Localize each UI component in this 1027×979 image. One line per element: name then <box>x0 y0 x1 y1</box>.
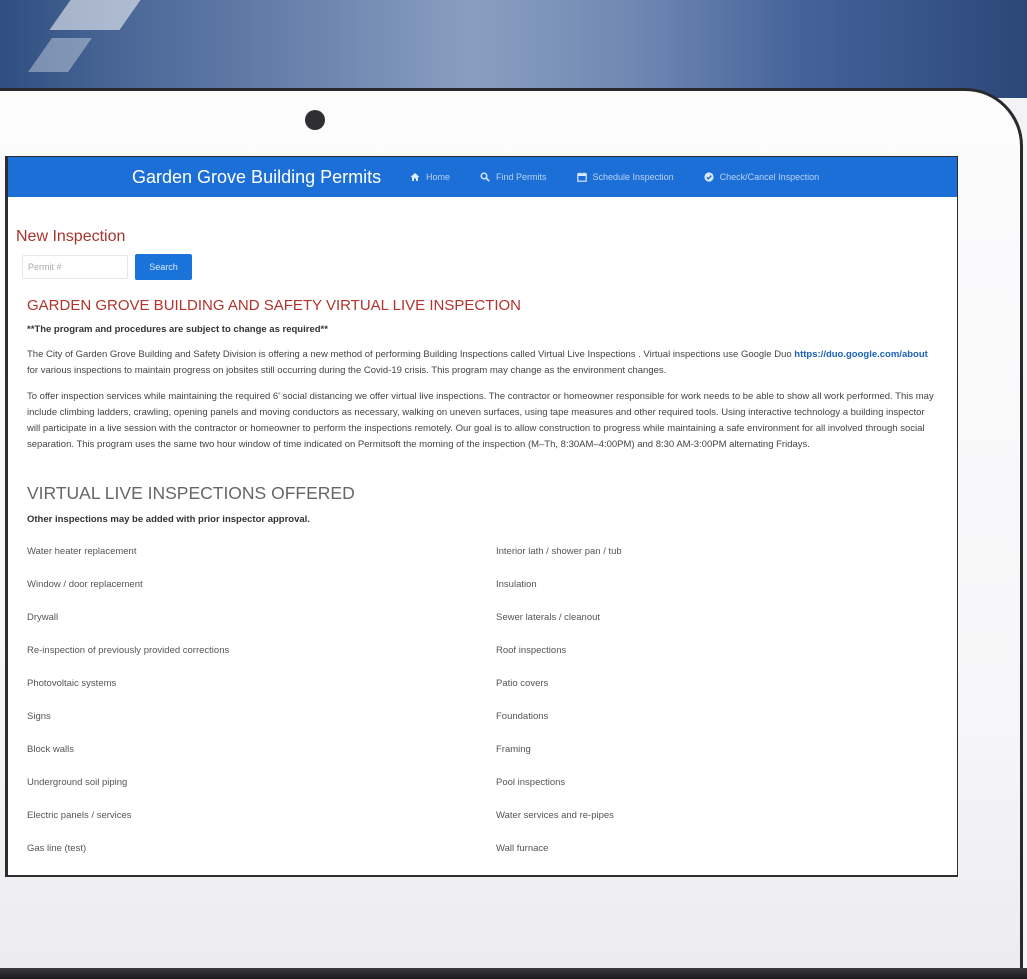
nav-links: Home Find Permits Schedule Inspection Ch… <box>410 157 819 197</box>
list-item: Signs <box>27 711 51 722</box>
list-item: Window / door replacement <box>27 579 143 590</box>
home-icon <box>410 172 420 182</box>
intro-text-continued: for various inspections to maintain prog… <box>27 365 667 376</box>
nav-item-schedule-inspection[interactable]: Schedule Inspection <box>576 172 674 182</box>
offered-heading: VIRTUAL LIVE INSPECTIONS OFFERED <box>27 483 355 503</box>
laptop-bottom-edge <box>0 968 1027 979</box>
list-item: Drywall <box>27 612 59 623</box>
inspections-list: Water heater replacement Window / door r… <box>27 544 947 874</box>
list-item: Electric panels / services <box>27 810 132 821</box>
webcam-dot <box>305 110 325 130</box>
site-brand[interactable]: Garden Grove Building Permits <box>132 157 381 197</box>
list-item: Framing <box>496 744 531 755</box>
program-intro-paragraph: The City of Garden Grove Building and Sa… <box>27 347 939 379</box>
program-details-paragraph: To offer inspection services while maint… <box>27 391 934 450</box>
nav-item-check-cancel-inspection[interactable]: Check/Cancel Inspection <box>703 172 820 182</box>
list-item: Photovoltaic systems <box>27 678 117 689</box>
list-item: Water heater replacement <box>27 546 137 557</box>
program-disclaimer: **The program and procedures are subject… <box>27 324 328 335</box>
list-item: Re-inspection of previously provided cor… <box>27 645 230 656</box>
list-item: Foundations <box>496 711 549 722</box>
permit-search-input[interactable] <box>22 255 128 279</box>
nav-item-home[interactable]: Home <box>410 172 450 182</box>
search-icon <box>480 172 490 182</box>
page-title: New Inspection <box>16 228 126 245</box>
nav-item-find-permits[interactable]: Find Permits <box>480 172 547 182</box>
nav-item-label: Schedule Inspection <box>592 172 674 182</box>
nav-item-label: Check/Cancel Inspection <box>719 172 820 182</box>
list-item: Underground soil piping <box>27 777 128 788</box>
list-item: Patio covers <box>496 678 549 689</box>
backdrop <box>0 0 1027 98</box>
browser-screen: Garden Grove Building Permits Home Find … <box>5 156 958 877</box>
list-item: Interior lath / shower pan / tub <box>496 546 622 557</box>
offered-note: Other inspections may be added with prio… <box>27 514 310 525</box>
top-navbar: Garden Grove Building Permits Home Find … <box>8 157 957 197</box>
backdrop-light-streak <box>28 38 92 72</box>
nav-item-label: Home <box>426 172 451 182</box>
backdrop-light-streak <box>49 0 141 30</box>
list-item: Sewer laterals / cleanout <box>496 612 601 623</box>
list-item: Roof inspections <box>496 645 567 656</box>
program-heading: GARDEN GROVE BUILDING AND SAFETY VIRTUAL… <box>27 297 522 314</box>
search-button[interactable]: Search <box>135 254 192 280</box>
check-circle-icon <box>703 172 714 182</box>
calendar-icon <box>576 172 587 182</box>
list-item: Wall furnace <box>496 843 549 854</box>
nav-item-label: Find Permits <box>496 172 547 182</box>
list-item: Insulation <box>496 579 537 590</box>
list-item: Gas line (test) <box>27 843 87 854</box>
list-item: Pool inspections <box>496 777 566 788</box>
list-item: Block walls <box>27 744 74 755</box>
list-item: Water services and re-pipes <box>496 810 614 821</box>
intro-text: The City of Garden Grove Building and Sa… <box>27 349 792 360</box>
google-duo-link[interactable]: https://duo.google.com/about <box>794 349 928 360</box>
